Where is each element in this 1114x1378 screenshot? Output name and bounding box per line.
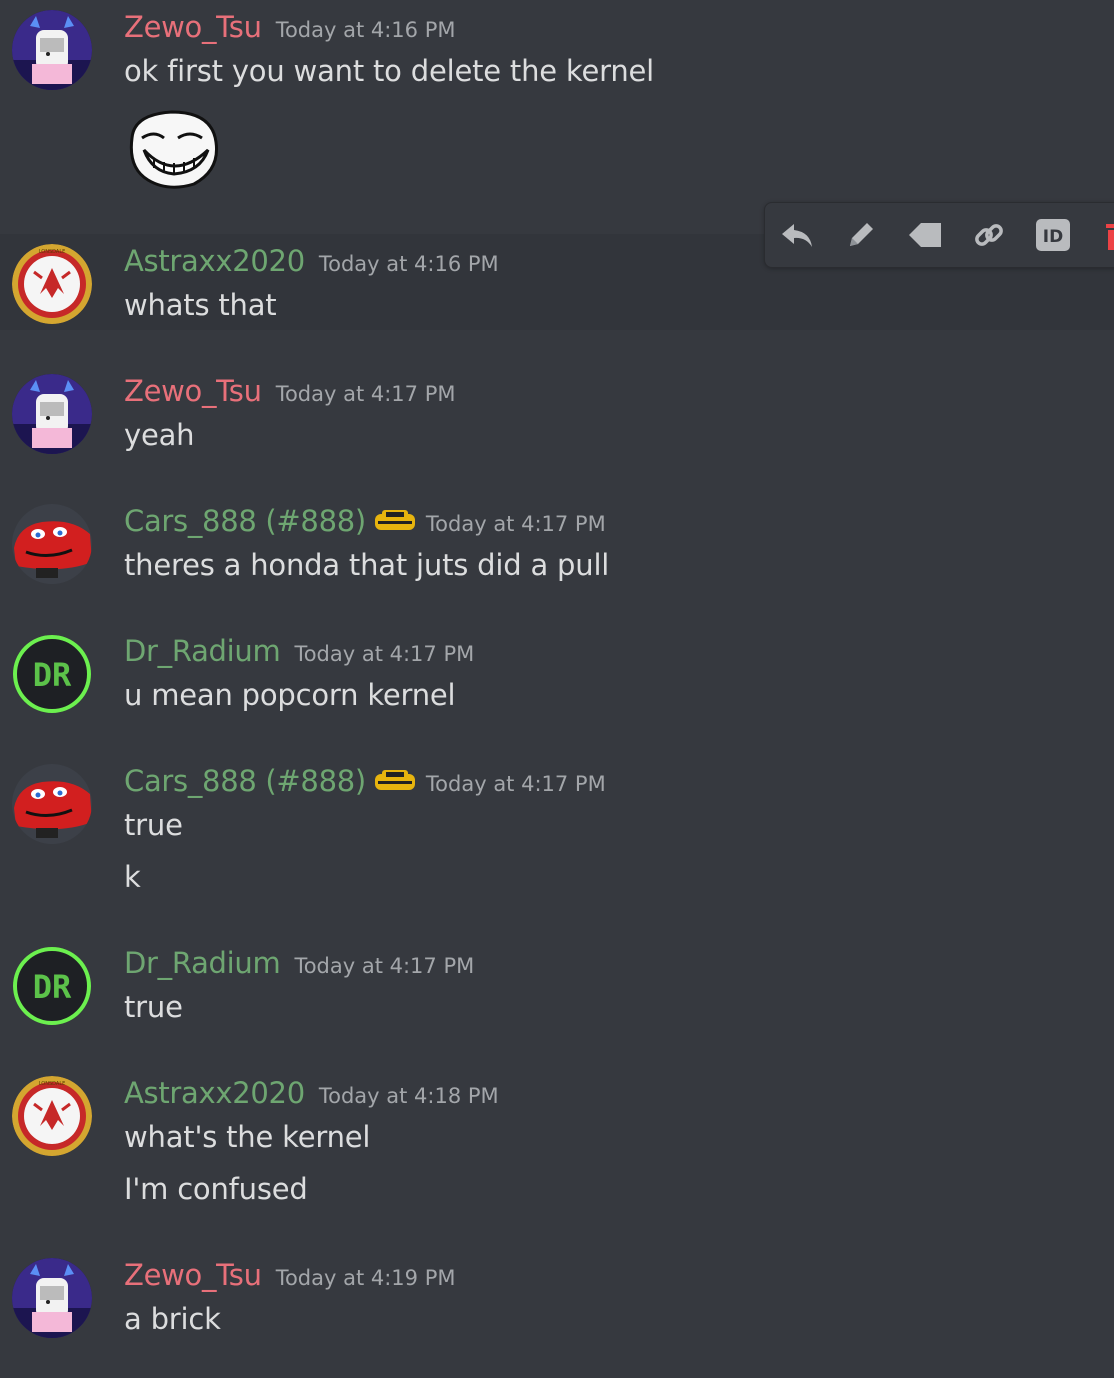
message-header: Zewo_Tsu Today at 4:16 PM [124, 10, 456, 44]
timestamp: Today at 4:16 PM [318, 252, 499, 276]
message-header: Dr_Radium Today at 4:17 PM [124, 946, 474, 980]
message-header: Cars_888 (#888) Today at 4:17 PM [124, 764, 606, 798]
id-icon[interactable]: ID [1035, 217, 1071, 253]
tag-icon[interactable] [907, 217, 943, 253]
timestamp: Today at 4:16 PM [275, 18, 456, 42]
timestamp: Today at 4:17 PM [425, 512, 606, 536]
reply-icon[interactable] [779, 217, 815, 253]
username[interactable]: Dr_Radium [124, 634, 281, 668]
message-group: Cars_888 (#888) Today at 4:17 PM theres a… [0, 494, 1114, 594]
avatar-cars-888[interactable] [12, 504, 92, 584]
car-badge-icon [374, 769, 416, 797]
message-text: a brick [124, 1302, 221, 1336]
message-text: true [124, 808, 183, 842]
message-text: u mean popcorn kernel [124, 678, 456, 712]
avatar-astraxx2020[interactable]: LONSDALE [12, 244, 92, 324]
message-header: Dr_Radium Today at 4:17 PM [124, 634, 474, 668]
trash-icon[interactable] [1099, 217, 1114, 253]
message-text: whats that [124, 288, 277, 322]
avatar-initials: DR [33, 968, 72, 1006]
avatar-dr-radium[interactable]: DR [12, 946, 92, 1026]
car-badge-icon [374, 509, 416, 537]
message-text: true [124, 990, 183, 1024]
message-header: Astraxx2020 Today at 4:18 PM [124, 1076, 499, 1110]
message-group: Zewo_Tsu Today at 4:16 PM ok first you wa… [0, 0, 1114, 230]
message-header: Zewo_Tsu Today at 4:19 PM [124, 1258, 456, 1292]
link-icon[interactable] [971, 217, 1007, 253]
username[interactable]: Zewo_Tsu [124, 374, 262, 408]
avatar-cars-888[interactable] [12, 764, 92, 844]
avatar-initials: DR [33, 656, 72, 694]
username[interactable]: Astraxx2020 [124, 1076, 305, 1110]
avatar-badge-text: LONSDALE [39, 249, 66, 255]
message-group: Cars_888 (#888) Today at 4:17 PM true k [0, 754, 1114, 904]
message-text: k [124, 860, 141, 894]
timestamp: Today at 4:17 PM [294, 954, 475, 978]
avatar-zewo-tsu[interactable] [12, 10, 92, 90]
username[interactable]: Cars_888 (#888) [124, 764, 366, 798]
message-text: ok first you want to delete the kernel [124, 54, 655, 88]
avatar-astraxx2020[interactable]: LONSDALE [12, 1076, 92, 1156]
avatar-badge-text: LONSDALE [39, 1081, 66, 1087]
message-group: DR Dr_Radium Today at 4:17 PM true [0, 936, 1114, 1036]
avatar-zewo-tsu[interactable] [12, 374, 92, 454]
timestamp: Today at 4:19 PM [275, 1266, 456, 1290]
message-header: Zewo_Tsu Today at 4:17 PM [124, 374, 456, 408]
id-icon-label: ID [1043, 227, 1063, 247]
username[interactable]: Zewo_Tsu [124, 1258, 262, 1292]
username[interactable]: Astraxx2020 [124, 244, 305, 278]
message-group: LONSDALE Astraxx2020 Today at 4:18 PM wha… [0, 1066, 1114, 1216]
timestamp: Today at 4:17 PM [425, 772, 606, 796]
username[interactable]: Zewo_Tsu [124, 10, 262, 44]
edit-icon[interactable] [843, 217, 879, 253]
avatar-dr-radium[interactable]: DR [12, 634, 92, 714]
message-header: Astraxx2020 Today at 4:16 PM [124, 244, 499, 278]
timestamp: Today at 4:18 PM [318, 1084, 499, 1108]
message-text: yeah [124, 418, 195, 452]
username[interactable]: Cars_888 (#888) [124, 504, 366, 538]
message-text: I'm confused [124, 1172, 308, 1206]
timestamp: Today at 4:17 PM [275, 382, 456, 406]
message-text: what's the kernel [124, 1120, 371, 1154]
message-group: DR Dr_Radium Today at 4:17 PM u mean popc… [0, 624, 1114, 724]
message-actions-toolbar: ID [764, 202, 1114, 268]
username[interactable]: Dr_Radium [124, 946, 281, 980]
avatar-zewo-tsu[interactable] [12, 1258, 92, 1338]
troll-face-emoji [124, 108, 220, 194]
message-header: Cars_888 (#888) Today at 4:17 PM [124, 504, 606, 538]
message-group: Zewo_Tsu Today at 4:17 PM yeah [0, 364, 1114, 464]
timestamp: Today at 4:17 PM [294, 642, 475, 666]
message-text: theres a honda that juts did a pull [124, 548, 610, 582]
message-group: Zewo_Tsu Today at 4:19 PM a brick [0, 1248, 1114, 1358]
